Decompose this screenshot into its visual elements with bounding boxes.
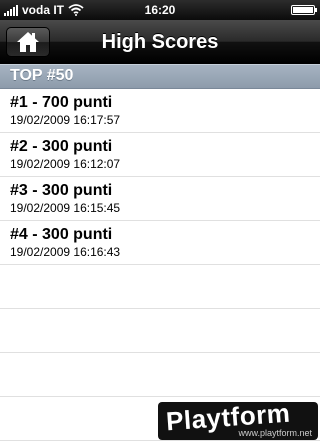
section-header: TOP #50 [0, 64, 320, 89]
score-date: 19/02/2009 16:16:43 [10, 245, 121, 259]
status-time: 16:20 [144, 3, 176, 17]
score-date: 19/02/2009 16:15:45 [10, 201, 121, 215]
score-date: 19/02/2009 16:12:07 [10, 157, 121, 171]
score-row[interactable]: #2 - 300 punti 19/02/2009 16:12:07 [0, 133, 320, 177]
watermark: Playtform www.playtform.net [158, 398, 318, 440]
battery-icon [291, 5, 317, 15]
empty-row [0, 265, 320, 309]
watermark-url: www.playtform.net [238, 428, 312, 438]
score-row[interactable]: #1 - 700 punti 19/02/2009 16:17:57 [0, 89, 320, 133]
score-row[interactable]: #3 - 300 punti 19/02/2009 16:15:45 [0, 177, 320, 221]
score-list: #1 - 700 punti 19/02/2009 16:17:57 #2 - … [0, 89, 320, 441]
empty-row [0, 353, 320, 397]
score-title: #4 - 300 punti [10, 226, 113, 243]
score-title: #1 - 700 punti [10, 94, 113, 111]
empty-row [0, 309, 320, 353]
page-title: High Scores [101, 31, 219, 53]
home-icon [17, 32, 39, 52]
score-date: 19/02/2009 16:17:57 [10, 113, 121, 127]
score-row[interactable]: #4 - 300 punti 19/02/2009 16:16:43 [0, 221, 320, 265]
status-bar: voda IT 16:20 [0, 0, 320, 20]
score-title: #2 - 300 punti [10, 138, 113, 155]
navigation-bar: High Scores [0, 20, 320, 64]
score-title: #3 - 300 punti [10, 182, 113, 199]
home-button[interactable] [6, 27, 50, 57]
